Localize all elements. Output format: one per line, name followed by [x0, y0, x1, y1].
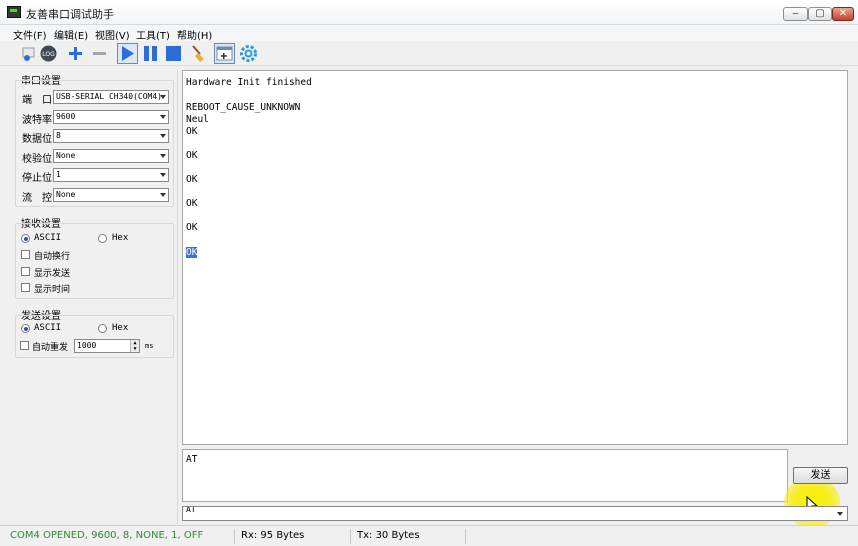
auto-resend-label: 自动重发	[32, 343, 69, 353]
toolbar: LOG	[0, 41, 858, 66]
menu-bar: 文件(F) 编辑(E) 视图(V) 工具(T) 帮助(H)	[0, 25, 858, 42]
status-bar: COM4 OPENED, 9600, 8, NONE, 1, OFF Rx: 9…	[0, 525, 858, 546]
receive-textarea[interactable]: Hardware Init finished REBOOT_CAUSE_UNKN…	[182, 70, 848, 445]
parity-select[interactable]: None	[53, 149, 169, 163]
chevron-down-icon	[837, 512, 843, 516]
menu-view[interactable]: 视图(V)	[95, 27, 130, 42]
port-label: 端 口	[22, 95, 52, 106]
send-hex-radio[interactable]	[98, 324, 107, 333]
settings-gear-icon[interactable]	[238, 43, 259, 64]
stopbits-select[interactable]: 1	[53, 168, 169, 182]
show-time-checkbox[interactable]	[21, 283, 30, 292]
baud-select[interactable]: 9600	[53, 110, 169, 124]
auto-newline-checkbox[interactable]	[21, 250, 30, 259]
status-divider	[465, 529, 466, 544]
parity-label: 校验位	[22, 154, 52, 165]
send-text: AT	[186, 454, 198, 465]
baud-value: 9600	[56, 112, 76, 121]
receive-ascii-radio[interactable]	[21, 234, 30, 243]
receive-line: OK	[186, 150, 198, 161]
menu-tools[interactable]: 工具(T)	[136, 27, 170, 42]
stopbits-value: 1	[56, 170, 61, 179]
receive-line: OK	[186, 126, 198, 137]
receive-line: REBOOT_CAUSE_UNKNOWN	[186, 102, 301, 113]
flow-select[interactable]: None	[53, 188, 169, 202]
stop-icon[interactable]	[163, 43, 184, 64]
databits-value: 8	[56, 131, 61, 140]
send-history-value: AT	[186, 506, 196, 514]
maximize-button[interactable]: ▢	[808, 7, 832, 21]
show-time-label: 显示时间	[34, 285, 71, 295]
flow-label: 流 控	[22, 193, 52, 204]
log-icon[interactable]: LOG	[38, 43, 59, 64]
tx-counter: Tx: 30 Bytes	[357, 530, 420, 541]
send-ascii-radio[interactable]	[21, 324, 30, 333]
resend-interval-value: 1000	[77, 341, 97, 350]
receive-hex-label: Hex	[112, 233, 129, 243]
auto-newline-label: 自动换行	[34, 252, 71, 262]
send-ascii-label: ASCII	[34, 323, 62, 333]
menu-edit[interactable]: 编辑(E)	[54, 27, 88, 42]
minimize-button[interactable]: ‒	[783, 7, 808, 21]
window-title: 友善串口调试助手	[26, 8, 114, 21]
receive-line-selected: OK	[186, 247, 198, 258]
receive-line: OK	[186, 198, 198, 209]
interval-spinner[interactable]: ▲ ▼	[130, 340, 139, 352]
title-bar: 友善串口调试助手 ‒ ▢ ✕	[0, 0, 858, 25]
log-label: LOG	[42, 51, 55, 58]
baud-label: 波特率	[22, 115, 52, 126]
port-value: USB-SERIAL CH340(COM4)	[56, 92, 162, 101]
receive-ascii-label: ASCII	[34, 233, 62, 243]
stopbits-label: 停止位	[22, 173, 52, 184]
databits-label: 数据位	[22, 134, 52, 145]
parity-value: None	[56, 151, 76, 160]
receive-hex-radio[interactable]	[98, 234, 107, 243]
status-divider	[350, 529, 351, 544]
settings-panel: 串口设置 端 口 USB-SERIAL CH340(COM4) 波特率 9600…	[11, 70, 178, 525]
clear-broom-icon[interactable]	[188, 43, 209, 64]
menu-file[interactable]: 文件(F)	[13, 27, 47, 42]
play-icon[interactable]	[117, 43, 138, 64]
add-icon[interactable]	[65, 43, 86, 64]
connection-status: COM4 OPENED, 9600, 8, NONE, 1, OFF	[10, 530, 204, 541]
connect-icon[interactable]	[19, 43, 40, 64]
status-divider	[234, 529, 235, 544]
receive-line: Neul	[186, 114, 209, 125]
receive-line: OK	[186, 222, 198, 233]
receive-line: Hardware Init finished	[186, 77, 312, 88]
send-button[interactable]: 发送	[793, 467, 848, 484]
resend-unit-label: ms	[145, 342, 154, 350]
databits-select[interactable]: 8	[53, 129, 169, 143]
resend-interval-input[interactable]: 1000 ▲ ▼	[74, 339, 140, 353]
show-sent-label: 显示发送	[34, 269, 71, 279]
receive-line: OK	[186, 174, 198, 185]
new-window-icon[interactable]	[214, 43, 235, 64]
send-hex-label: Hex	[112, 323, 129, 333]
close-button[interactable]: ✕	[832, 7, 854, 21]
app-icon	[7, 6, 21, 18]
send-textarea[interactable]: AT	[182, 449, 788, 502]
send-history-select[interactable]: AT	[182, 506, 848, 521]
remove-icon[interactable]	[89, 43, 110, 64]
pause-icon[interactable]	[140, 43, 161, 64]
port-select[interactable]: USB-SERIAL CH340(COM4)	[53, 90, 169, 104]
flow-value: None	[56, 190, 76, 199]
show-sent-checkbox[interactable]	[21, 267, 30, 276]
rx-counter: Rx: 95 Bytes	[241, 530, 305, 541]
auto-resend-checkbox[interactable]	[20, 341, 29, 350]
menu-help[interactable]: 帮助(H)	[177, 27, 212, 42]
